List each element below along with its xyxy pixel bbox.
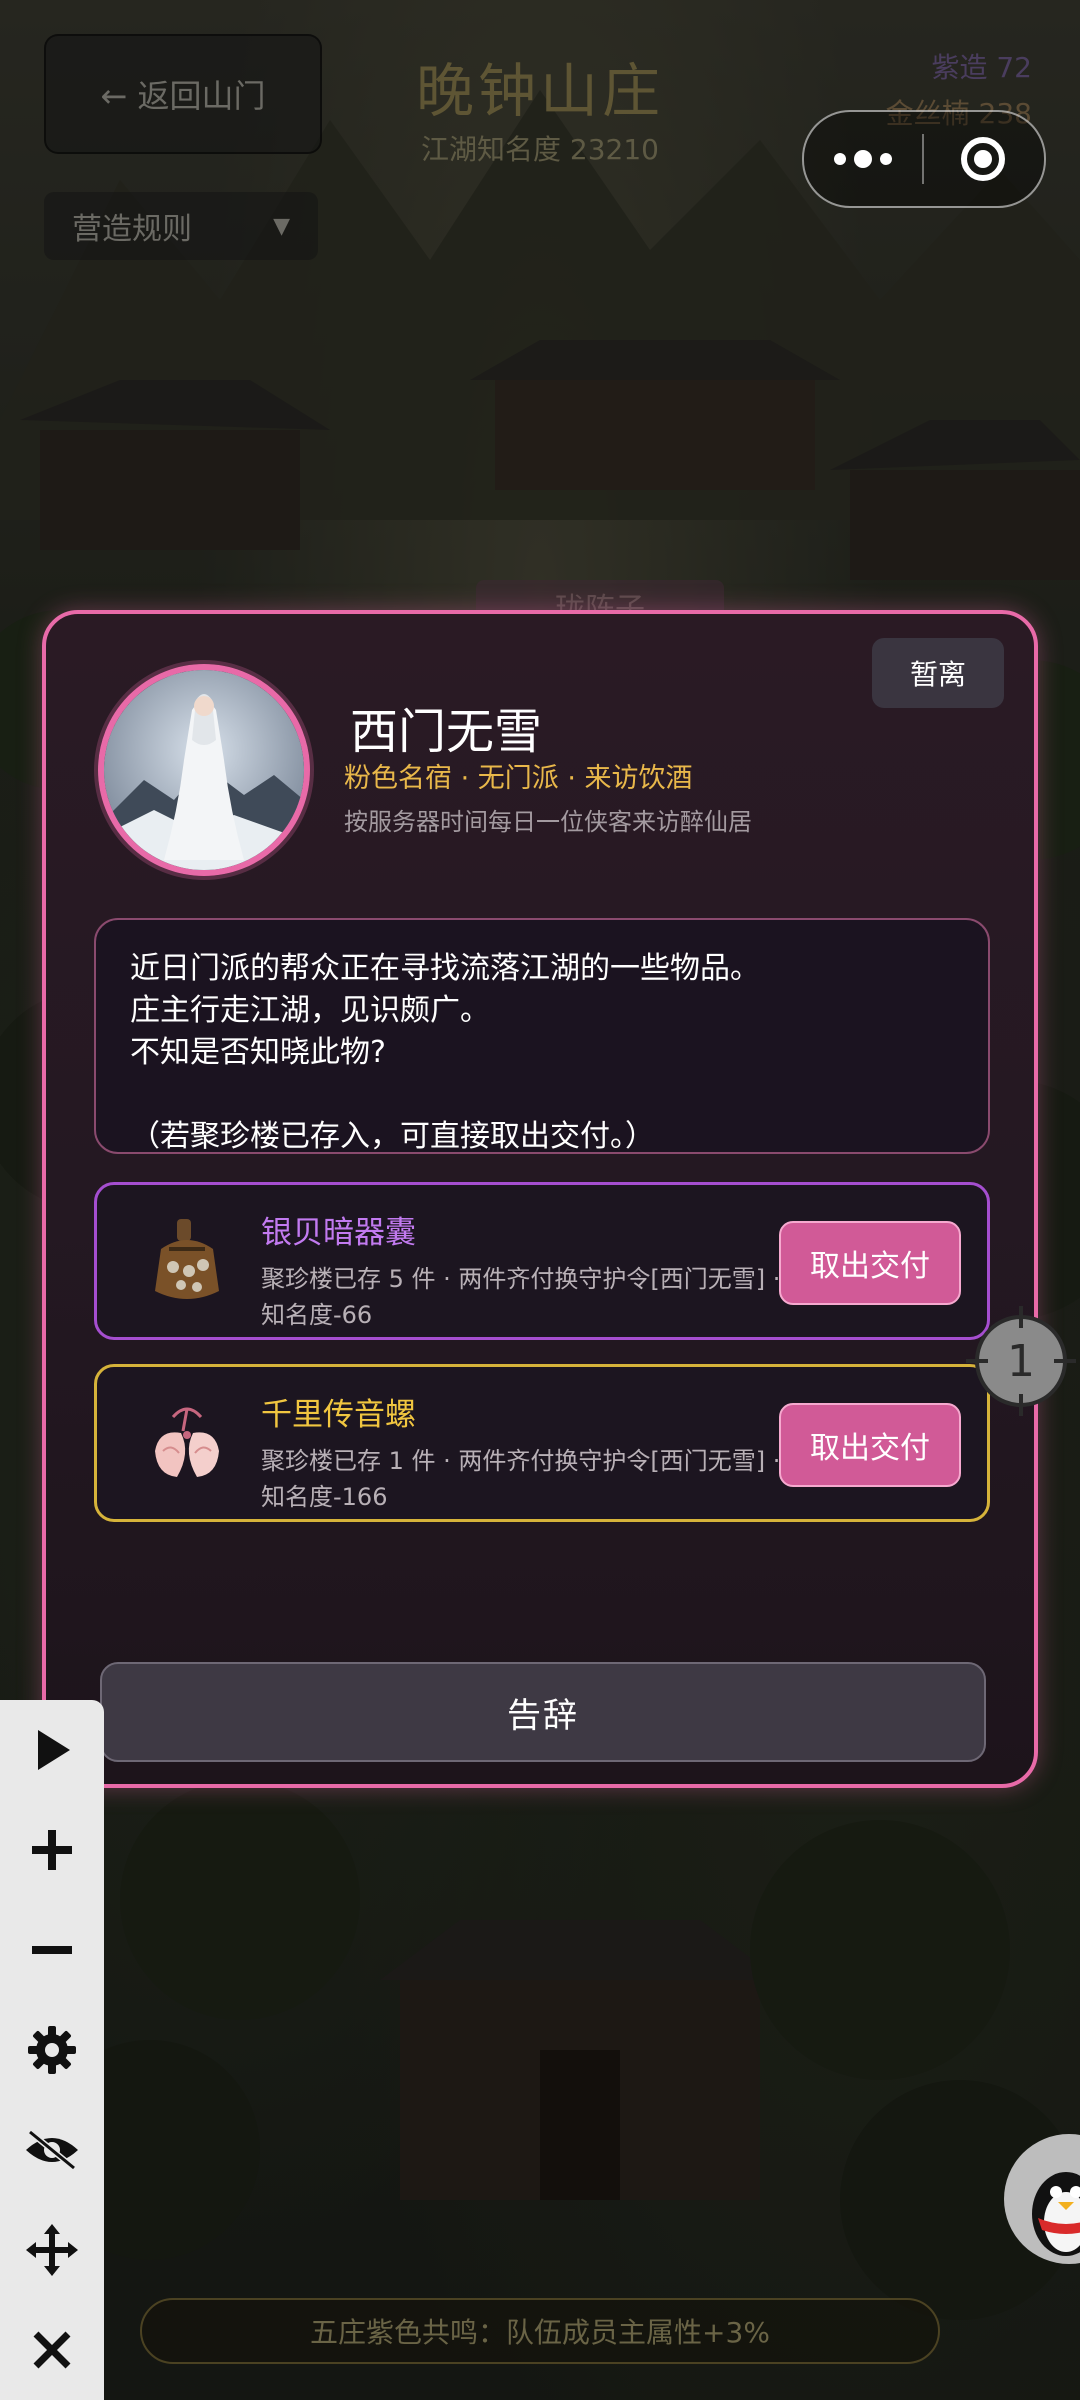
message-line: 近日门派的帮众正在寻找流落江湖的一些物品。 (130, 951, 760, 986)
plus-icon[interactable] (0, 1800, 104, 1900)
visitor-name: 西门无雪 (350, 704, 543, 760)
crosshair-marker[interactable]: 1 (966, 1306, 1076, 1416)
target-circle-icon (961, 137, 1005, 181)
item-name: 千里传音螺 (261, 1397, 416, 1433)
message-line: （若聚珍楼已存入，可直接取出交付。） (130, 1119, 655, 1154)
farewell-button[interactable]: 告辞 (100, 1662, 986, 1762)
message-line (130, 1074, 954, 1116)
item-info: 聚珍楼已存 1 件 · 两件齐付换守护令[西门无雪] · 知名度-166 (261, 1447, 781, 1511)
pouch-icon (133, 1209, 241, 1317)
move-icon[interactable] (0, 2200, 104, 2300)
visitor-tags: 粉色名宿 · 无门派 · 来访饮酒 (344, 763, 693, 794)
eye-off-icon[interactable] (0, 2100, 104, 2200)
leave-button[interactable]: 暂离 (872, 638, 1004, 708)
visitor-avatar (98, 664, 310, 876)
message-line: 不知是否知晓此物? (130, 1035, 386, 1070)
conch-icon (133, 1391, 241, 1499)
visitor-description: 按服务器时间每日一位侠客来访醉仙居 (344, 808, 752, 836)
close-miniprogram-button[interactable] (924, 137, 1042, 181)
close-icon[interactable] (0, 2300, 104, 2400)
request-item: 千里传音螺 聚珍楼已存 1 件 · 两件齐付换守护令[西门无雪] · 知名度-1… (94, 1364, 990, 1522)
miniprogram-capsule (802, 110, 1046, 208)
resource-purple: 紫造 72 (931, 51, 1032, 84)
visitor-message: 近日门派的帮众正在寻找流落江湖的一些物品。 庄主行走江湖，见识颇广。 不知是否知… (94, 918, 990, 1154)
marker-number: 1 (1007, 1336, 1035, 1387)
message-line: 庄主行走江湖，见识颇广。 (130, 993, 490, 1028)
take-out-deliver-button[interactable]: 取出交付 (779, 1403, 961, 1487)
more-menu-icon[interactable] (804, 150, 922, 168)
gear-icon[interactable] (0, 2000, 104, 2100)
minus-icon[interactable] (0, 1900, 104, 2000)
dropdown-triangle-icon: ▼ (273, 213, 290, 239)
rules-label: 营造规则 (72, 212, 192, 247)
resonance-banner: 五庄紫色共鸣：队伍成员主属性+3% (140, 2298, 940, 2364)
banner-text: 五庄紫色共鸣：队伍成员主属性+3% (310, 2316, 770, 2349)
floating-toolbar (0, 1700, 104, 2400)
item-info: 聚珍楼已存 5 件 · 两件齐付换守护令[西门无雪] · 知名度-66 (261, 1265, 781, 1329)
play-icon[interactable] (0, 1700, 104, 1800)
rules-dropdown[interactable]: 营造规则 ▼ (44, 192, 318, 260)
item-name: 银贝暗器囊 (261, 1215, 416, 1251)
request-item: 银贝暗器囊 聚珍楼已存 5 件 · 两件齐付换守护令[西门无雪] · 知名度-6… (94, 1182, 990, 1340)
visitor-dialog: 暂离 西门无雪 粉色名宿 · 无门派 · 来访饮酒 按服务器时间每日一位侠客来访… (42, 610, 1038, 1788)
take-out-deliver-button[interactable]: 取出交付 (779, 1221, 961, 1305)
